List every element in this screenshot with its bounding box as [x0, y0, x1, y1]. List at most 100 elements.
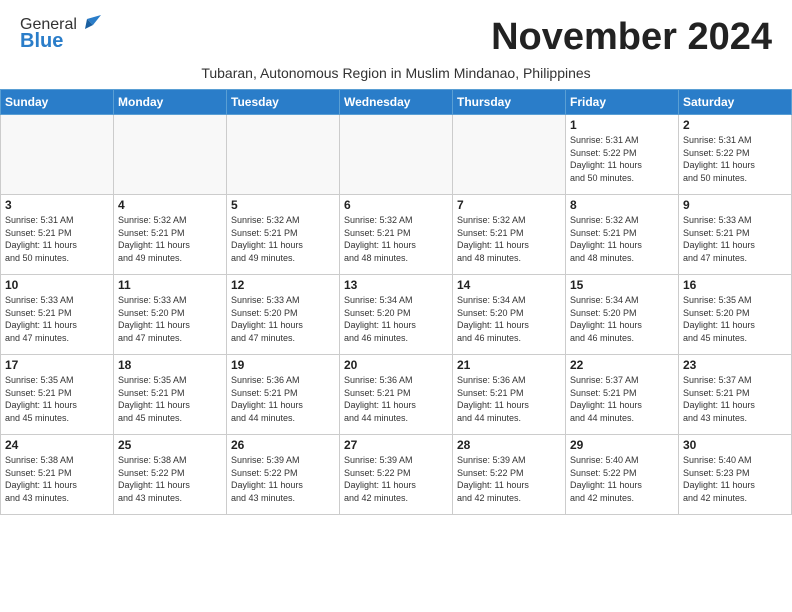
calendar-cell: 25 Sunrise: 5:38 AM Sunset: 5:22 PM Dayli…: [114, 435, 227, 515]
day-number: 5: [231, 198, 335, 212]
col-header-sunday: Sunday: [1, 90, 114, 115]
calendar-cell: 11 Sunrise: 5:33 AM Sunset: 5:20 PM Dayli…: [114, 275, 227, 355]
calendar-table: SundayMondayTuesdayWednesdayThursdayFrid…: [0, 89, 792, 515]
calendar-cell: 17 Sunrise: 5:35 AM Sunset: 5:21 PM Dayli…: [1, 355, 114, 435]
week-row-3: 10 Sunrise: 5:33 AM Sunset: 5:21 PM Dayli…: [1, 275, 792, 355]
day-number: 2: [683, 118, 787, 132]
calendar-cell: 7 Sunrise: 5:32 AM Sunset: 5:21 PM Daylig…: [453, 195, 566, 275]
col-header-thursday: Thursday: [453, 90, 566, 115]
calendar-cell: 9Sunrise: 5:33 AM Sunset: 5:21 PM Daylig…: [679, 195, 792, 275]
week-row-4: 17 Sunrise: 5:35 AM Sunset: 5:21 PM Dayli…: [1, 355, 792, 435]
month-title: November 2024: [491, 16, 772, 59]
day-number: 27: [344, 438, 448, 452]
day-info: Sunrise: 5:33 AM Sunset: 5:21 PM Dayligh…: [5, 294, 109, 344]
logo-bird-icon: [79, 15, 101, 33]
day-info: Sunrise: 5:36 AM Sunset: 5:21 PM Dayligh…: [231, 374, 335, 424]
day-number: 17: [5, 358, 109, 372]
col-header-friday: Friday: [566, 90, 679, 115]
day-number: 29: [570, 438, 674, 452]
calendar-cell: 4 Sunrise: 5:32 AM Sunset: 5:21 PM Daylig…: [114, 195, 227, 275]
calendar-cell: 23Sunrise: 5:37 AM Sunset: 5:21 PM Dayli…: [679, 355, 792, 435]
col-header-saturday: Saturday: [679, 90, 792, 115]
calendar-cell: 24 Sunrise: 5:38 AM Sunset: 5:21 PM Dayli…: [1, 435, 114, 515]
day-number: 12: [231, 278, 335, 292]
calendar-cell: 13 Sunrise: 5:34 AM Sunset: 5:20 PM Dayli…: [340, 275, 453, 355]
calendar-cell: 21Sunrise: 5:36 AM Sunset: 5:21 PM Dayli…: [453, 355, 566, 435]
day-number: 18: [118, 358, 222, 372]
day-number: 14: [457, 278, 561, 292]
day-info: Sunrise: 5:39 AM Sunset: 5:22 PM Dayligh…: [457, 454, 561, 504]
day-info: Sunrise: 5:33 AM Sunset: 5:21 PM Dayligh…: [683, 214, 787, 264]
week-row-5: 24 Sunrise: 5:38 AM Sunset: 5:21 PM Dayli…: [1, 435, 792, 515]
day-number: 13: [344, 278, 448, 292]
day-info: Sunrise: 5:31 AM Sunset: 5:21 PM Dayligh…: [5, 214, 109, 264]
day-info: Sunrise: 5:34 AM Sunset: 5:20 PM Dayligh…: [344, 294, 448, 344]
day-info: Sunrise: 5:38 AM Sunset: 5:22 PM Dayligh…: [118, 454, 222, 504]
location-subtitle: Tubaran, Autonomous Region in Muslim Min…: [0, 63, 792, 89]
calendar-cell: 12 Sunrise: 5:33 AM Sunset: 5:20 PM Dayli…: [227, 275, 340, 355]
week-row-1: 1 Sunrise: 5:31 AM Sunset: 5:22 PM Daylig…: [1, 115, 792, 195]
calendar-header-row: SundayMondayTuesdayWednesdayThursdayFrid…: [1, 90, 792, 115]
calendar-cell: [1, 115, 114, 195]
calendar-cell: 30 Sunrise: 5:40 AM Sunset: 5:23 PM Dayli…: [679, 435, 792, 515]
week-row-2: 3 Sunrise: 5:31 AM Sunset: 5:21 PM Daylig…: [1, 195, 792, 275]
day-info: Sunrise: 5:32 AM Sunset: 5:21 PM Dayligh…: [118, 214, 222, 264]
calendar-cell: 3 Sunrise: 5:31 AM Sunset: 5:21 PM Daylig…: [1, 195, 114, 275]
day-number: 23: [683, 358, 787, 372]
col-header-wednesday: Wednesday: [340, 90, 453, 115]
day-info: Sunrise: 5:32 AM Sunset: 5:21 PM Dayligh…: [457, 214, 561, 264]
day-number: 22: [570, 358, 674, 372]
col-header-monday: Monday: [114, 90, 227, 115]
day-info: Sunrise: 5:39 AM Sunset: 5:22 PM Dayligh…: [344, 454, 448, 504]
day-info: Sunrise: 5:35 AM Sunset: 5:20 PM Dayligh…: [683, 294, 787, 344]
day-info: Sunrise: 5:33 AM Sunset: 5:20 PM Dayligh…: [118, 294, 222, 344]
page-header: General Blue November 2024: [0, 0, 792, 63]
day-number: 10: [5, 278, 109, 292]
day-number: 16: [683, 278, 787, 292]
day-number: 6: [344, 198, 448, 212]
day-number: 24: [5, 438, 109, 452]
calendar-cell: 18 Sunrise: 5:35 AM Sunset: 5:21 PM Dayli…: [114, 355, 227, 435]
calendar-cell: 27 Sunrise: 5:39 AM Sunset: 5:22 PM Dayli…: [340, 435, 453, 515]
calendar-cell: 22Sunrise: 5:37 AM Sunset: 5:21 PM Dayli…: [566, 355, 679, 435]
day-info: Sunrise: 5:32 AM Sunset: 5:21 PM Dayligh…: [231, 214, 335, 264]
day-number: 30: [683, 438, 787, 452]
day-number: 11: [118, 278, 222, 292]
calendar-cell: [114, 115, 227, 195]
calendar-cell: 29Sunrise: 5:40 AM Sunset: 5:22 PM Dayli…: [566, 435, 679, 515]
day-number: 1: [570, 118, 674, 132]
day-number: 20: [344, 358, 448, 372]
day-number: 25: [118, 438, 222, 452]
day-info: Sunrise: 5:32 AM Sunset: 5:21 PM Dayligh…: [570, 214, 674, 264]
day-number: 3: [5, 198, 109, 212]
calendar-cell: 14 Sunrise: 5:34 AM Sunset: 5:20 PM Dayli…: [453, 275, 566, 355]
day-info: Sunrise: 5:33 AM Sunset: 5:20 PM Dayligh…: [231, 294, 335, 344]
day-info: Sunrise: 5:34 AM Sunset: 5:20 PM Dayligh…: [457, 294, 561, 344]
day-info: Sunrise: 5:35 AM Sunset: 5:21 PM Dayligh…: [118, 374, 222, 424]
day-number: 19: [231, 358, 335, 372]
logo-blue-text: Blue: [20, 30, 63, 53]
col-header-tuesday: Tuesday: [227, 90, 340, 115]
calendar-cell: 8Sunrise: 5:32 AM Sunset: 5:21 PM Daylig…: [566, 195, 679, 275]
calendar-cell: 15Sunrise: 5:34 AM Sunset: 5:20 PM Dayli…: [566, 275, 679, 355]
calendar-cell: 6 Sunrise: 5:32 AM Sunset: 5:21 PM Daylig…: [340, 195, 453, 275]
calendar-cell: 2Sunrise: 5:31 AM Sunset: 5:22 PM Daylig…: [679, 115, 792, 195]
calendar-cell: 26Sunrise: 5:39 AM Sunset: 5:22 PM Dayli…: [227, 435, 340, 515]
calendar-cell: 1 Sunrise: 5:31 AM Sunset: 5:22 PM Daylig…: [566, 115, 679, 195]
day-number: 7: [457, 198, 561, 212]
calendar-cell: [453, 115, 566, 195]
calendar-cell: 28 Sunrise: 5:39 AM Sunset: 5:22 PM Dayli…: [453, 435, 566, 515]
day-number: 4: [118, 198, 222, 212]
day-info: Sunrise: 5:35 AM Sunset: 5:21 PM Dayligh…: [5, 374, 109, 424]
calendar-cell: 19 Sunrise: 5:36 AM Sunset: 5:21 PM Dayli…: [227, 355, 340, 435]
calendar-cell: 16 Sunrise: 5:35 AM Sunset: 5:20 PM Dayli…: [679, 275, 792, 355]
day-info: Sunrise: 5:38 AM Sunset: 5:21 PM Dayligh…: [5, 454, 109, 504]
day-number: 28: [457, 438, 561, 452]
calendar-cell: [227, 115, 340, 195]
calendar-cell: 5 Sunrise: 5:32 AM Sunset: 5:21 PM Daylig…: [227, 195, 340, 275]
day-info: Sunrise: 5:39 AM Sunset: 5:22 PM Dayligh…: [231, 454, 335, 504]
day-info: Sunrise: 5:32 AM Sunset: 5:21 PM Dayligh…: [344, 214, 448, 264]
day-info: Sunrise: 5:34 AM Sunset: 5:20 PM Dayligh…: [570, 294, 674, 344]
day-info: Sunrise: 5:31 AM Sunset: 5:22 PM Dayligh…: [570, 134, 674, 184]
day-info: Sunrise: 5:40 AM Sunset: 5:23 PM Dayligh…: [683, 454, 787, 504]
